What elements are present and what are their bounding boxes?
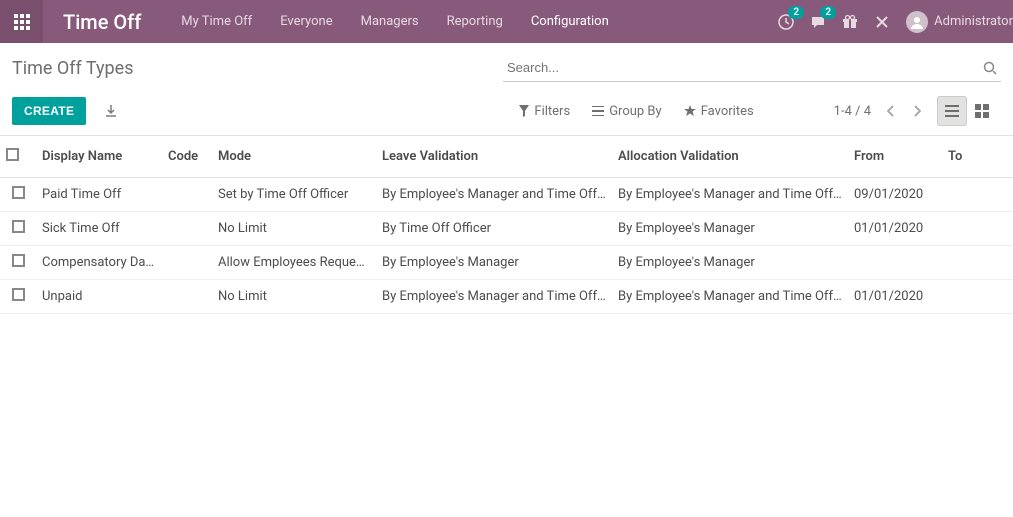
cell-allocation-validation: By Employee's Manager and Time Off Offic… [612, 178, 848, 212]
cell-from: 01/01/2020 [848, 280, 942, 314]
nav-my-time-off[interactable]: My Time Off [181, 14, 252, 29]
person-icon [910, 15, 924, 29]
select-all-checkbox[interactable] [6, 148, 19, 161]
cell-display-name: Sick Time Off [36, 212, 162, 246]
user-menu[interactable]: Administrator [906, 11, 1013, 33]
cell-from: 09/01/2020 [848, 178, 942, 212]
main-nav: My Time Off Everyone Managers Reporting … [181, 14, 778, 29]
gift-button[interactable] [842, 14, 858, 30]
cell-code [162, 212, 212, 246]
user-name: Administrator [934, 14, 1013, 29]
nav-reporting[interactable]: Reporting [447, 14, 503, 29]
cell-code [162, 178, 212, 212]
types-table: Display Name Code Mode Leave Validation … [0, 135, 1013, 314]
cell-allocation-validation: By Employee's Manager and Time Off Offic… [612, 280, 848, 314]
col-from[interactable]: From [848, 136, 942, 178]
cell-display-name: Paid Time Off [36, 178, 162, 212]
export-button[interactable] [104, 104, 118, 118]
cell-display-name: Compensatory Days [36, 246, 162, 280]
cell-to [942, 212, 1013, 246]
gift-icon [842, 14, 858, 30]
groupby-button[interactable]: Group By [592, 104, 662, 119]
create-button[interactable]: CREATE [12, 97, 86, 125]
cell-to [942, 178, 1013, 212]
apps-icon [14, 14, 30, 30]
apps-menu-button[interactable] [0, 0, 43, 43]
cell-leave-validation: By Employee's Manager and Time Off Offic… [376, 178, 612, 212]
cell-leave-validation: By Time Off Officer [376, 212, 612, 246]
cell-code [162, 280, 212, 314]
cell-allocation-validation: By Employee's Manager [612, 212, 848, 246]
nav-managers[interactable]: Managers [361, 14, 419, 29]
cell-mode: No Limit [212, 212, 376, 246]
cell-to [942, 280, 1013, 314]
list-icon [592, 106, 604, 116]
search-input[interactable] [503, 54, 1001, 82]
app-brand[interactable]: Time Off [63, 10, 141, 34]
view-list-button[interactable] [937, 96, 967, 126]
list-view-icon [945, 105, 959, 117]
table-row[interactable]: Compensatory Days Allow Employees Request… [0, 246, 1013, 280]
groupby-label: Group By [609, 104, 662, 119]
cell-from [848, 246, 942, 280]
nav-configuration[interactable]: Configuration [531, 14, 609, 29]
cell-mode: Allow Employees Requests [212, 246, 376, 280]
col-code[interactable]: Code [162, 136, 212, 178]
activities-badge: 2 [788, 6, 804, 19]
cell-allocation-validation: By Employee's Manager [612, 246, 848, 280]
messages-button[interactable]: 2 [810, 14, 826, 30]
search-icon[interactable] [983, 61, 997, 75]
funnel-icon [519, 105, 529, 117]
col-display-name[interactable]: Display Name [36, 136, 162, 178]
view-kanban-button[interactable] [967, 96, 997, 126]
tools-icon [874, 14, 890, 30]
table-row[interactable]: UnpaidNo LimitBy Employee's Manager and … [0, 280, 1013, 314]
download-icon [104, 104, 118, 118]
cell-code [162, 246, 212, 280]
col-to[interactable]: To [942, 136, 1013, 178]
pager-next[interactable] [911, 105, 923, 117]
chevron-left-icon [887, 105, 895, 117]
cell-from: 01/01/2020 [848, 212, 942, 246]
filters-label: Filters [534, 104, 570, 119]
table-header-row: Display Name Code Mode Leave Validation … [0, 136, 1013, 178]
cell-display-name: Unpaid [36, 280, 162, 314]
debug-button[interactable] [874, 14, 890, 30]
control-panel: Time Off Types CREATE Filters Group By F… [0, 43, 1013, 133]
activities-button[interactable]: 2 [778, 14, 794, 30]
cell-to [942, 246, 1013, 280]
cell-mode: Set by Time Off Officer [212, 178, 376, 212]
view-switcher [937, 96, 997, 126]
col-mode[interactable]: Mode [212, 136, 376, 178]
pager-prev[interactable] [885, 105, 897, 117]
star-icon [684, 105, 696, 117]
col-allocation-validation[interactable]: Allocation Validation [612, 136, 848, 178]
cell-leave-validation: By Employee's Manager [376, 246, 612, 280]
systray: 2 2 Administrator [778, 11, 1013, 33]
row-checkbox[interactable] [12, 254, 25, 267]
chevron-right-icon [913, 105, 921, 117]
favorites-button[interactable]: Favorites [684, 104, 754, 119]
col-leave-validation[interactable]: Leave Validation [376, 136, 612, 178]
pager-text[interactable]: 1-4 / 4 [834, 104, 871, 119]
row-checkbox[interactable] [12, 186, 25, 199]
messages-badge: 2 [820, 6, 836, 19]
row-checkbox[interactable] [12, 220, 25, 233]
favorites-label: Favorites [701, 104, 754, 119]
breadcrumb[interactable]: Time Off Types [12, 58, 134, 79]
nav-everyone[interactable]: Everyone [280, 14, 332, 29]
kanban-view-icon [975, 104, 989, 118]
table-row[interactable]: Sick Time Off No LimitBy Time Off Officer… [0, 212, 1013, 246]
cell-leave-validation: By Employee's Manager and Time Off Offic… [376, 280, 612, 314]
row-checkbox[interactable] [12, 288, 25, 301]
pager: 1-4 / 4 [834, 104, 923, 119]
table-row[interactable]: Paid Time OffSet by Time Off OfficerBy E… [0, 178, 1013, 212]
topbar: Time Off My Time Off Everyone Managers R… [0, 0, 1013, 43]
filters-button[interactable]: Filters [519, 104, 570, 119]
avatar [906, 11, 928, 33]
cell-mode: No Limit [212, 280, 376, 314]
